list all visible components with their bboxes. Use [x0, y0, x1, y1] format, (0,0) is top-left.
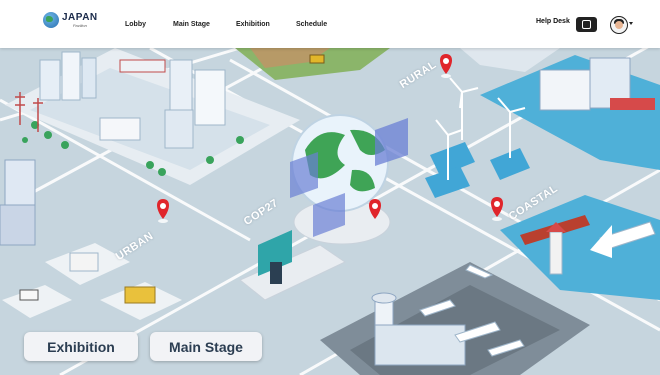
- japan-pavilion-logo[interactable]: JAPAN Pavilion: [43, 12, 98, 28]
- nav-exhibition[interactable]: Exhibition: [236, 0, 270, 48]
- nav-main-stage[interactable]: Main Stage: [173, 0, 210, 48]
- exhibition-button[interactable]: Exhibition: [24, 332, 138, 361]
- avatar[interactable]: [610, 16, 628, 34]
- top-nav-bar: JAPAN Pavilion Lobby Main Stage Exhibiti…: [0, 0, 660, 48]
- nav-lobby[interactable]: Lobby: [125, 0, 146, 48]
- chevron-down-icon[interactable]: [629, 22, 633, 25]
- logo-tagline: Pavilion: [72, 22, 87, 28]
- help-desk-link[interactable]: Help Desk: [536, 18, 570, 25]
- main-stage-button[interactable]: Main Stage: [150, 332, 262, 361]
- bell-icon: [582, 20, 591, 29]
- nav-schedule[interactable]: Schedule: [296, 0, 327, 48]
- globe-icon: [43, 12, 59, 28]
- isometric-map: [0, 48, 660, 375]
- logo-title: JAPAN: [62, 11, 98, 23]
- notification-button[interactable]: [576, 17, 597, 32]
